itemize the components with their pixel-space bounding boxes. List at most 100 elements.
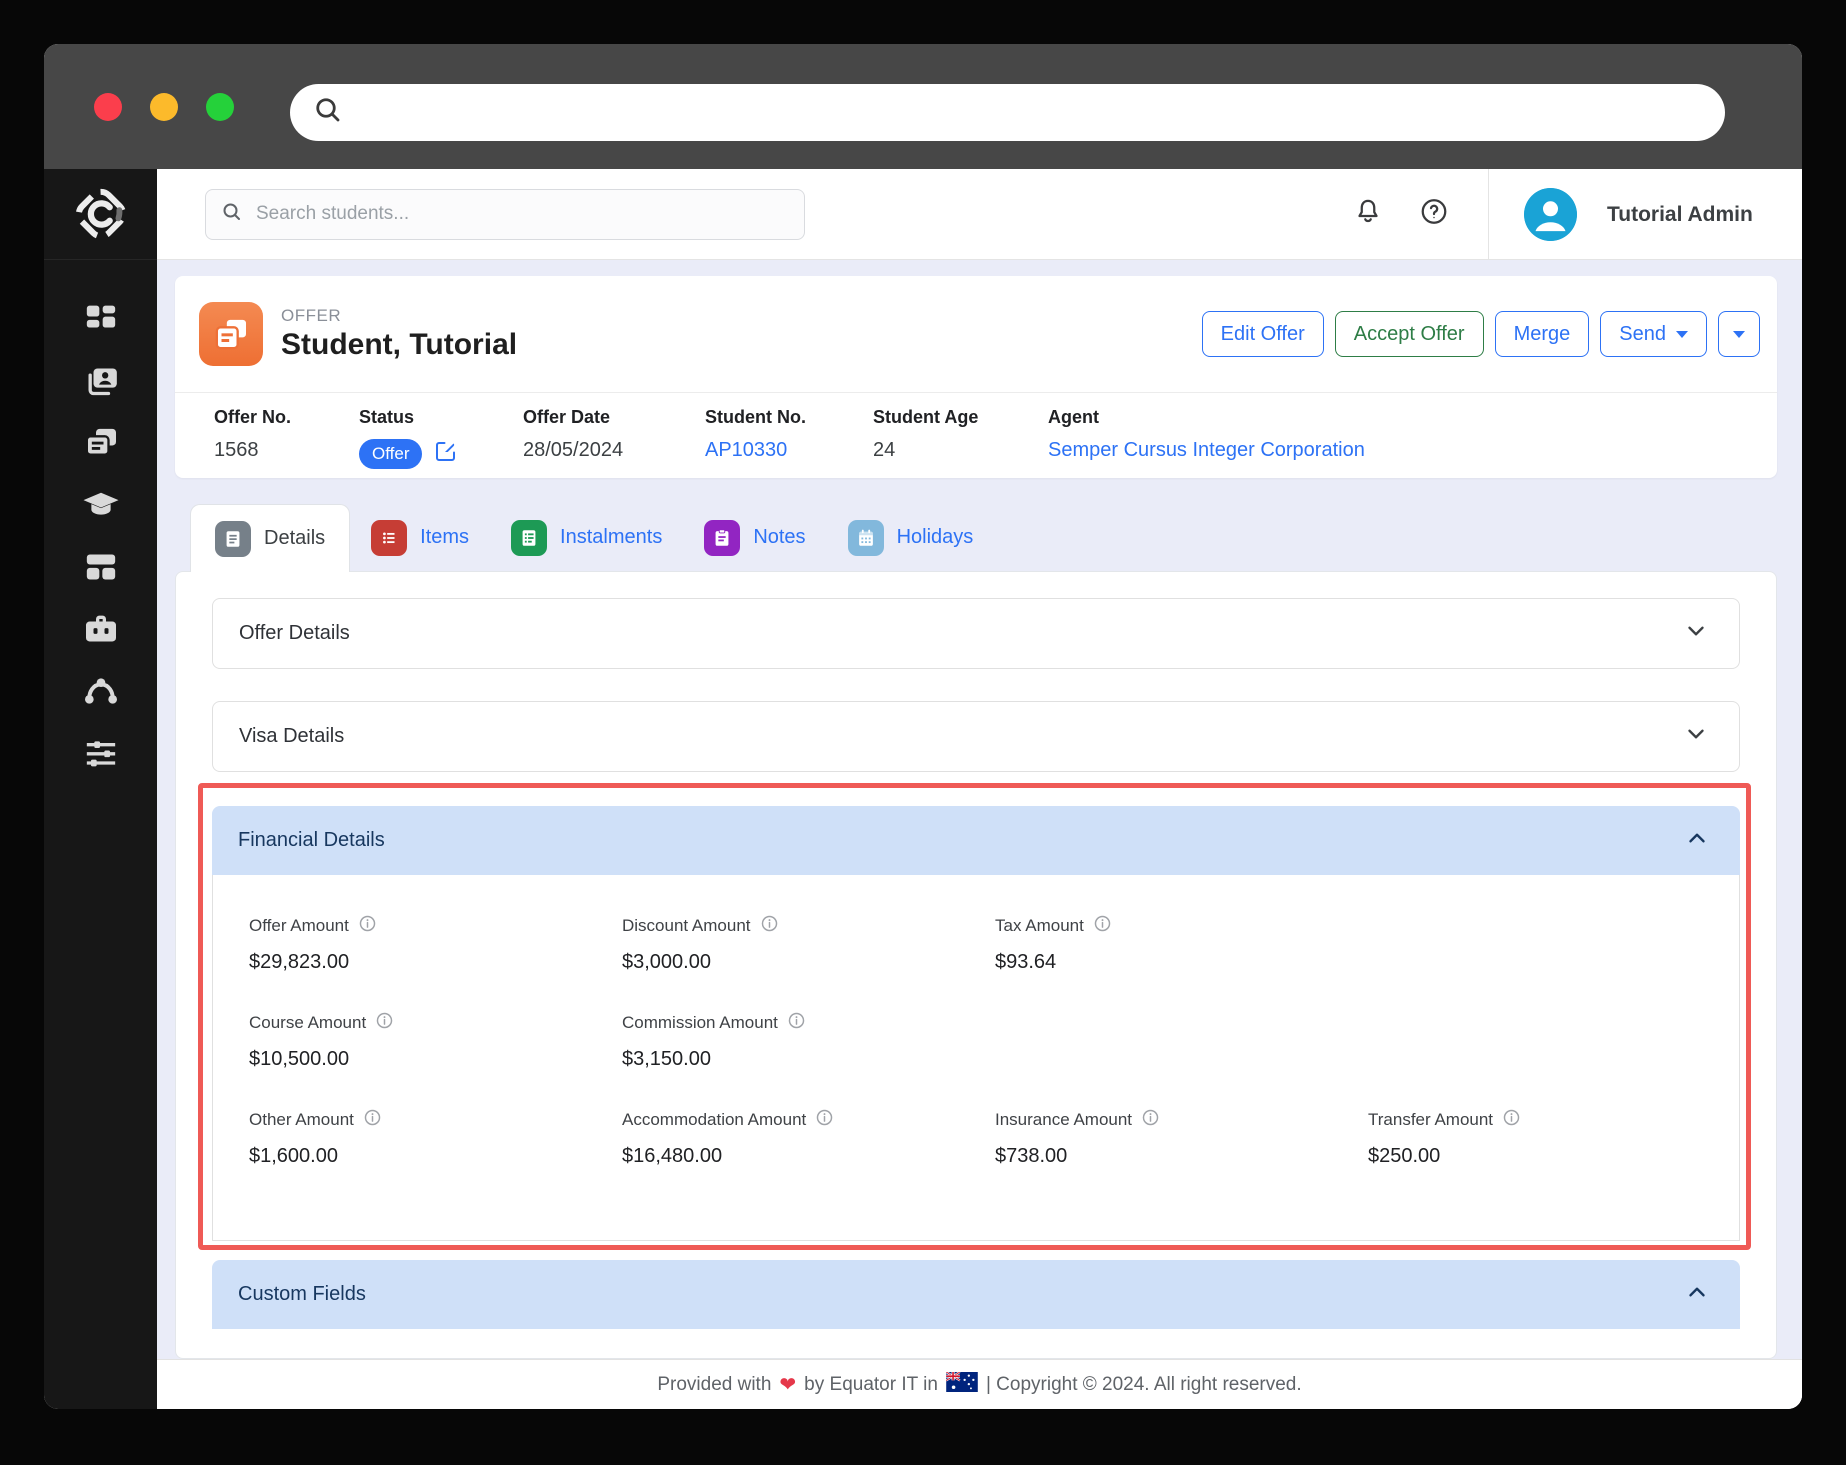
section-title: Financial Details [238,829,385,852]
avatar[interactable] [1524,188,1577,241]
items-tab-icon [371,520,407,556]
page-footer: Provided with ❤ by Equator IT in | Copyr… [157,1359,1802,1409]
transfer-amount-field: Transfer Amount $250.00 [1368,1109,1739,1168]
course-amount-field: Course Amount $10,500.00 [249,1012,622,1071]
heart-icon: ❤ [779,1372,796,1397]
header-divider [1488,169,1489,259]
status-field: Status Offer [359,407,523,469]
info-icon[interactable] [761,915,778,937]
sidebar-item-agents[interactable] [44,662,157,724]
section-title: Custom Fields [238,1283,366,1306]
financial-details-section-header[interactable]: Financial Details [212,806,1740,875]
offer-info-row: Offer No. 1568 Status Offer Offer Date [175,392,1777,469]
more-actions-button[interactable] [1718,311,1760,357]
network-icon [81,671,121,716]
financial-details-body: Offer Amount $29,823.00 Discount Amount … [212,875,1740,1241]
minimize-window-button[interactable] [150,93,178,121]
chevron-down-icon [1676,331,1688,338]
help-icon[interactable] [1419,197,1449,232]
sidebar-item-pages[interactable] [44,538,157,600]
students-icon [81,361,121,406]
footer-text: Provided with [657,1374,771,1396]
custom-fields-section-header[interactable]: Custom Fields [212,1260,1740,1329]
notifications-bell-icon[interactable] [1353,197,1383,232]
tab-items[interactable]: Items [350,504,490,571]
sidebar [44,169,157,1409]
tab-label: Items [420,526,469,549]
edit-offer-button[interactable]: Edit Offer [1202,311,1324,357]
chevron-up-icon [1684,1279,1710,1311]
sidebar-item-jobs[interactable] [44,600,157,662]
info-icon[interactable] [788,1012,805,1034]
close-window-button[interactable] [94,93,122,121]
details-tab-icon [215,521,251,557]
notes-tab-icon [704,520,740,556]
sidebar-item-dashboard[interactable] [44,290,157,352]
tab-label: Holidays [897,526,974,549]
section-title: Visa Details [239,725,344,748]
tab-details[interactable]: Details [190,504,350,572]
student-age-field: Student Age 24 [873,407,1048,469]
student-number-link[interactable]: AP10330 [705,439,787,462]
maximize-window-button[interactable] [206,93,234,121]
send-button[interactable]: Send [1600,311,1707,357]
status-badge: Offer [359,439,422,469]
financial-details-section: Financial Details Offer Amount $29,823.0… [212,806,1740,1241]
sidebar-item-courses[interactable] [44,476,157,538]
accommodation-amount-field: Accommodation Amount $16,480.00 [622,1109,995,1168]
tab-instalments[interactable]: Instalments [490,504,683,571]
address-bar-search-icon [312,94,344,131]
sidebar-item-offers[interactable] [44,414,157,476]
tab-label: Notes [753,526,805,549]
offer-date-field: Offer Date 28/05/2024 [523,407,705,469]
tab-bar: Details Items Instalments Notes [190,504,1802,571]
info-icon[interactable] [1094,915,1111,937]
browser-chrome [44,44,1802,169]
graduation-cap-icon [80,484,122,531]
tab-holidays[interactable]: Holidays [827,504,995,571]
main-area: OFFER Student, Tutorial Edit Offer Accep… [157,260,1802,1359]
student-search[interactable] [205,189,805,240]
search-input[interactable] [256,203,790,225]
footer-text: by Equator IT in [804,1374,938,1396]
chevron-down-icon [1683,618,1709,650]
agent-link[interactable]: Semper Cursus Integer Corporation [1048,439,1365,462]
details-tab-content: Offer Details Visa Details Financial Det… [175,571,1777,1359]
accept-offer-button[interactable]: Accept Offer [1335,311,1484,357]
student-number-field: Student No. AP10330 [705,407,873,469]
other-amount-field: Other Amount $1,600.00 [249,1109,622,1168]
page-title: Student, Tutorial [281,328,517,362]
chevron-down-icon [1733,331,1745,338]
sidebar-item-students[interactable] [44,352,157,414]
briefcase-icon [81,609,121,654]
sidebar-item-settings[interactable] [44,724,157,786]
info-icon[interactable] [359,915,376,937]
tab-label: Instalments [560,526,662,549]
sliders-icon [81,733,121,778]
layout-icon [81,547,121,592]
info-icon[interactable] [1503,1109,1520,1131]
offer-number-field: Offer No. 1568 [214,407,359,469]
info-icon[interactable] [1142,1109,1159,1131]
app-logo[interactable] [44,169,157,260]
tab-notes[interactable]: Notes [683,504,826,571]
custom-fields-section: Custom Fields [212,1260,1740,1329]
offer-header-card: OFFER Student, Tutorial Edit Offer Accep… [175,276,1777,478]
info-icon[interactable] [364,1109,381,1131]
search-icon [220,200,244,229]
offers-icon [81,423,121,468]
visa-details-section-header[interactable]: Visa Details [212,701,1740,772]
merge-button[interactable]: Merge [1495,311,1590,357]
address-bar[interactable] [290,84,1725,141]
edit-status-icon[interactable] [434,439,458,469]
info-icon[interactable] [376,1012,393,1034]
footer-text: | Copyright © 2024. All right reserved. [986,1374,1302,1396]
offer-details-section-header[interactable]: Offer Details [212,598,1740,669]
australia-flag-icon [946,1372,978,1398]
info-icon[interactable] [816,1109,833,1131]
commission-amount-field: Commission Amount $3,150.00 [622,1012,995,1071]
discount-amount-field: Discount Amount $3,000.00 [622,915,995,974]
user-name[interactable]: Tutorial Admin [1607,169,1753,260]
insurance-amount-field: Insurance Amount $738.00 [995,1109,1368,1168]
instalments-tab-icon [511,520,547,556]
